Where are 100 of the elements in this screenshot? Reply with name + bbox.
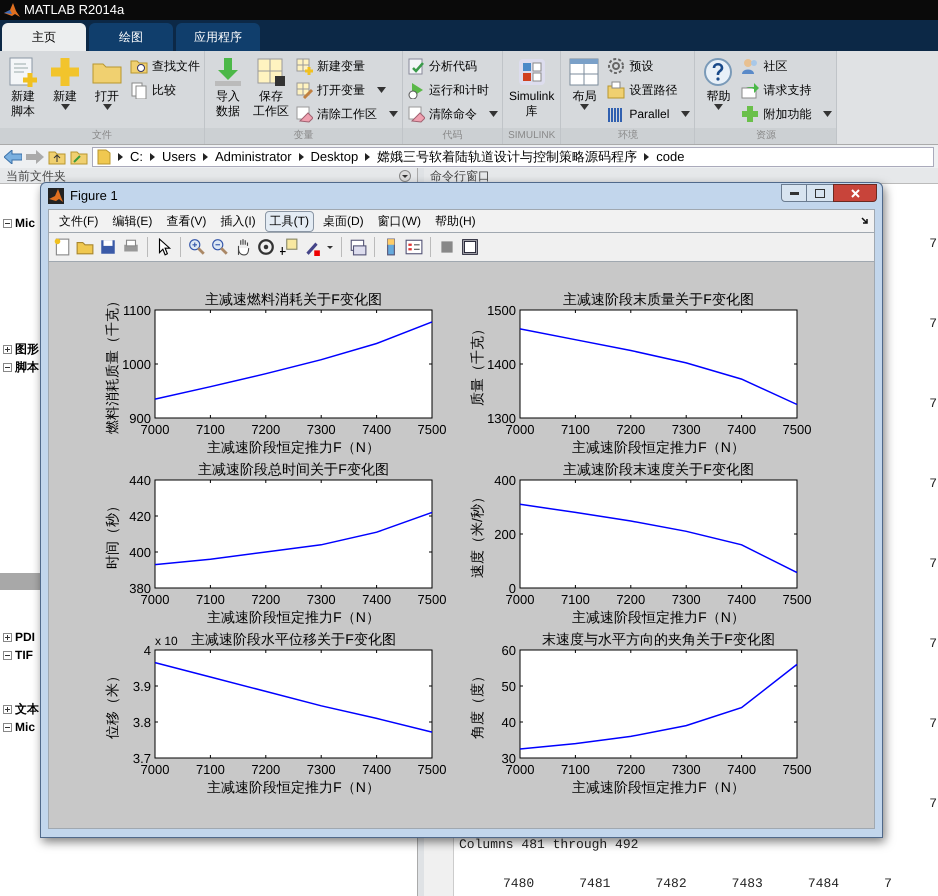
- y-tick-label: 420: [129, 509, 151, 524]
- x-tick-label: 7300: [306, 592, 336, 607]
- folder-group-label[interactable]: 文本: [15, 700, 39, 718]
- path-field[interactable]: C: Users Administrator Desktop 嫦娥三号软着陆轨道设计与控制策略源码程序 code: [92, 146, 934, 166]
- close-button[interactable]: [833, 184, 877, 202]
- ribbon-button[interactable]: 打开变量: [295, 80, 398, 99]
- path-segment[interactable]: 嫦娥三号软着陆轨道设计与控制策略源码程序: [377, 146, 638, 166]
- dock-arrow-icon[interactable]: [861, 217, 869, 225]
- expand-icon[interactable]: [3, 632, 12, 642]
- ribbon-button[interactable]: 新建: [46, 55, 84, 110]
- rotate-icon[interactable]: [257, 238, 275, 256]
- output-value: 7: [929, 795, 938, 813]
- output-value: 7: [884, 875, 892, 893]
- x-axis-label: 主减速阶段恒定推力F（N）: [572, 779, 745, 795]
- x-tick-label: 7500: [782, 592, 812, 607]
- ribbon-button[interactable]: 请求支持: [741, 80, 832, 99]
- menu-item[interactable]: 编辑(E): [107, 210, 158, 232]
- linked-plot-icon[interactable]: [349, 238, 367, 256]
- ribbon-tab[interactable]: 主页: [2, 23, 86, 51]
- maximize-button[interactable]: [807, 184, 833, 202]
- folder-group-label[interactable]: 脚本: [15, 358, 39, 376]
- ribbon-button[interactable]: Parallel: [607, 104, 690, 123]
- ribbon-button[interactable]: 清除工作区: [295, 104, 398, 123]
- ribbon-button[interactable]: 预设: [607, 56, 690, 75]
- output-value: 7: [929, 315, 938, 333]
- minimize-icon: [790, 192, 798, 194]
- matlab-logo-icon: [4, 3, 20, 17]
- x-tick-label: 7200: [616, 592, 646, 607]
- ribbon-button[interactable]: Simulink 库: [507, 55, 556, 119]
- output-value: 7483: [732, 875, 763, 893]
- path-segment[interactable]: code: [656, 146, 684, 166]
- menu-item[interactable]: 帮助(H): [430, 210, 481, 232]
- minimize-button[interactable]: [781, 184, 807, 202]
- new-file-icon[interactable]: [53, 238, 71, 256]
- menu-item[interactable]: 工具(T): [264, 210, 314, 232]
- ribbon-button[interactable]: 运行和计时: [407, 80, 498, 99]
- folder-path-icon: [607, 80, 626, 98]
- path-segment[interactable]: C:: [130, 146, 143, 166]
- menu-item[interactable]: 文件(F): [54, 210, 104, 232]
- new-variable-icon: [295, 56, 313, 74]
- group-label: 文件: [0, 128, 204, 144]
- back-arrow-icon[interactable]: [4, 150, 22, 164]
- ribbon-button[interactable]: 比较: [130, 80, 200, 99]
- y-tick-label: 400: [494, 473, 516, 488]
- expand-icon[interactable]: [3, 704, 12, 714]
- ribbon-button[interactable]: 附加功能: [741, 104, 832, 123]
- output-value: 7484: [808, 875, 840, 893]
- path-segment[interactable]: Desktop: [310, 146, 358, 166]
- y-axis-label: 位移（米）: [104, 669, 120, 739]
- folder-up-icon[interactable]: [48, 148, 66, 164]
- menu-item[interactable]: 查看(V): [161, 210, 212, 232]
- ribbon-tab[interactable]: 应用程序: [176, 23, 260, 51]
- x-tick-label: 7400: [727, 422, 756, 437]
- ribbon-button[interactable]: 社区: [741, 56, 832, 75]
- menu-item[interactable]: 窗口(W): [372, 210, 426, 232]
- folder-group-label[interactable]: Mic: [15, 214, 36, 232]
- path-segment[interactable]: Users: [162, 146, 196, 166]
- expand-icon[interactable]: [3, 344, 12, 354]
- ribbon-button[interactable]: 清除命令: [407, 104, 498, 123]
- ribbon-button[interactable]: 导入 数据: [209, 55, 247, 119]
- compare-icon: [130, 80, 148, 98]
- ribbon-button[interactable]: 分析代码: [407, 56, 498, 75]
- y-tick-label: 3.9: [132, 679, 151, 694]
- save-icon[interactable]: [99, 238, 117, 256]
- folder-group-label[interactable]: TIF: [15, 646, 33, 664]
- collapse-icon[interactable]: [3, 722, 12, 732]
- ribbon-button[interactable]: 保存 工作区: [251, 55, 291, 119]
- ribbon-button[interactable]: 布局: [565, 55, 604, 110]
- folder-group-label[interactable]: Mic: [15, 718, 36, 736]
- menu-item[interactable]: 桌面(D): [318, 210, 369, 232]
- path-segment[interactable]: Administrator: [214, 146, 292, 166]
- chart-title: 主减速阶段末质量关于F变化图: [563, 291, 754, 307]
- collapse-icon[interactable]: [3, 218, 12, 228]
- folder-group-label[interactable]: 图形: [15, 340, 39, 358]
- x-tick-label: 7500: [782, 762, 812, 777]
- panel-menu-icon[interactable]: [399, 170, 411, 182]
- ribbon-button[interactable]: 新建变量: [295, 56, 398, 75]
- data-cursor-icon[interactable]: [280, 238, 298, 256]
- zoom-out-icon[interactable]: [211, 238, 229, 256]
- output-text: Columns 481 through 492: [458, 836, 640, 854]
- zoom-in-icon[interactable]: [188, 238, 206, 256]
- menu-item[interactable]: 插入(I): [215, 210, 261, 232]
- ribbon-button[interactable]: 新建 脚本: [4, 55, 42, 119]
- y-axis-label: 燃料消耗质量（千克）: [104, 294, 120, 434]
- ribbon-tab[interactable]: 绘图: [89, 23, 173, 51]
- ribbon-button[interactable]: 设置路径: [607, 80, 690, 99]
- panel-title: 当前文件夹: [6, 168, 66, 184]
- y-tick-label: 40: [502, 715, 516, 730]
- window-frame-icon[interactable]: [461, 238, 479, 256]
- plus-icon: [48, 55, 82, 89]
- ribbon-button[interactable]: 帮助: [699, 55, 738, 110]
- ribbon-button[interactable]: 打开: [88, 55, 126, 110]
- folder-group-label[interactable]: PDI: [15, 628, 36, 646]
- collapse-icon[interactable]: [3, 362, 12, 372]
- separator-arrow-icon: [150, 152, 155, 160]
- collapse-icon[interactable]: [3, 650, 12, 660]
- eraser-icon: [295, 104, 313, 122]
- ribbon-button[interactable]: 查找文件: [130, 56, 200, 75]
- legend-icon[interactable]: [405, 238, 423, 256]
- separator-arrow-icon: [298, 152, 304, 160]
